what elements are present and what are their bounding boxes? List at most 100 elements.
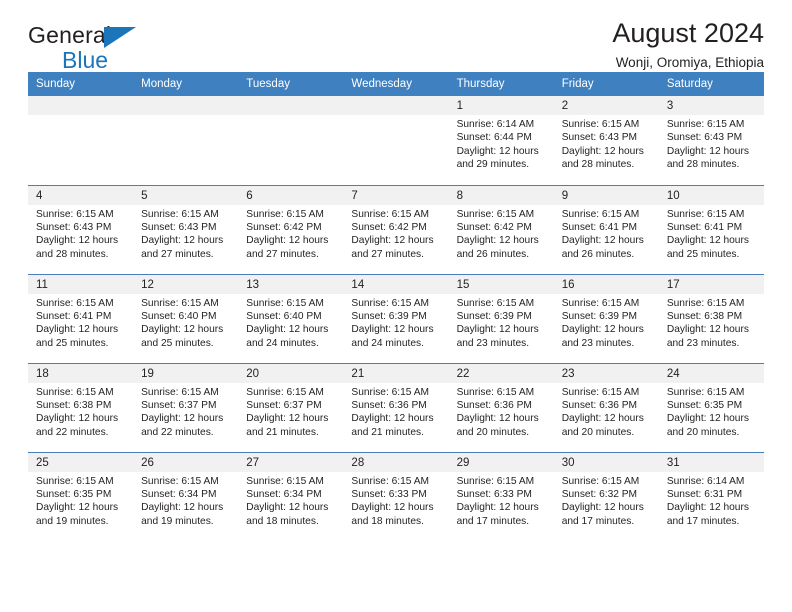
day-cell[interactable]: 19 Sunrise: 6:15 AM Sunset: 6:37 PM Dayl… — [133, 362, 239, 452]
sunrise-text: Sunrise: 6:15 AM — [141, 475, 219, 487]
day-cell[interactable]: 5 Sunrise: 6:15 AM Sunset: 6:43 PM Dayli… — [133, 184, 239, 274]
sunset-text: Sunset: 6:40 PM — [141, 310, 217, 322]
day-details: Sunrise: 6:15 AM Sunset: 6:40 PM Dayligh… — [238, 294, 343, 351]
page-title: August 2024 — [612, 18, 764, 48]
day-cell[interactable]: 3 Sunrise: 6:15 AM Sunset: 6:43 PM Dayli… — [658, 96, 764, 185]
daylight-line1: Daylight: 12 hours — [561, 324, 644, 336]
sunrise-text: Sunrise: 6:15 AM — [561, 475, 640, 487]
day-number: 21 — [343, 363, 449, 383]
sunrise-text: Sunrise: 6:15 AM — [456, 386, 535, 398]
day-number: 2 — [553, 96, 659, 115]
day-cell[interactable]: 14 Sunrise: 6:15 AM Sunset: 6:39 PM Dayl… — [343, 273, 449, 363]
day-cell[interactable]: 4 Sunrise: 6:15 AM Sunset: 6:43 PM Dayli… — [28, 184, 134, 274]
daylight-line1: Daylight: 12 hours — [246, 502, 329, 514]
sunrise-text: Sunrise: 6:15 AM — [141, 386, 219, 398]
daylight-line2: and 26 minutes. — [456, 248, 530, 260]
sunrise-text: Sunrise: 6:14 AM — [456, 119, 535, 130]
day-cell[interactable]: 24 Sunrise: 6:15 AM Sunset: 6:35 PM Dayl… — [658, 362, 764, 452]
sunrise-text: Sunrise: 6:15 AM — [141, 297, 219, 309]
day-details: Sunrise: 6:15 AM Sunset: 6:41 PM Dayligh… — [28, 294, 133, 351]
day-number: 26 — [133, 452, 239, 472]
day-number — [238, 96, 344, 115]
daylight-line2: and 24 minutes. — [351, 337, 424, 349]
day-cell[interactable]: 21 Sunrise: 6:15 AM Sunset: 6:36 PM Dayl… — [343, 362, 449, 452]
day-number: 28 — [343, 452, 449, 472]
day-cell[interactable]: 29 Sunrise: 6:15 AM Sunset: 6:33 PM Dayl… — [448, 451, 554, 541]
day-cell[interactable]: 31 Sunrise: 6:14 AM Sunset: 6:31 PM Dayl… — [658, 451, 764, 541]
daylight-line1: Daylight: 12 hours — [456, 413, 539, 425]
sunset-text: Sunset: 6:31 PM — [666, 488, 743, 500]
day-cell[interactable]: 11 Sunrise: 6:15 AM Sunset: 6:41 PM Dayl… — [28, 273, 134, 363]
day-cell[interactable]: 7 Sunrise: 6:15 AM Sunset: 6:42 PM Dayli… — [343, 184, 449, 274]
daylight-line2: and 23 minutes. — [456, 337, 530, 349]
sunset-text: Sunset: 6:41 PM — [561, 221, 638, 233]
sunset-text: Sunset: 6:39 PM — [456, 310, 532, 322]
day-number: 23 — [553, 363, 659, 383]
day-cell[interactable]: 27 Sunrise: 6:15 AM Sunset: 6:34 PM Dayl… — [238, 451, 344, 541]
day-cell[interactable]: 15 Sunrise: 6:15 AM Sunset: 6:39 PM Dayl… — [448, 273, 554, 363]
sunrise-text: Sunrise: 6:14 AM — [666, 475, 745, 487]
daylight-line2: and 21 minutes. — [351, 426, 424, 438]
day-details: Sunrise: 6:15 AM Sunset: 6:43 PM Dayligh… — [554, 115, 659, 172]
daylight-line1: Daylight: 12 hours — [351, 502, 434, 514]
day-cell[interactable]: 17 Sunrise: 6:15 AM Sunset: 6:38 PM Dayl… — [658, 273, 764, 363]
day-cell[interactable]: 30 Sunrise: 6:15 AM Sunset: 6:32 PM Dayl… — [553, 451, 659, 541]
day-number: 29 — [448, 452, 554, 472]
daylight-line2: and 24 minutes. — [246, 337, 319, 349]
day-cell[interactable]: 9 Sunrise: 6:15 AM Sunset: 6:41 PM Dayli… — [553, 184, 659, 274]
daylight-line2: and 18 minutes. — [351, 515, 424, 527]
daylight-line1: Daylight: 12 hours — [141, 235, 224, 247]
day-details: Sunrise: 6:15 AM Sunset: 6:34 PM Dayligh… — [133, 472, 238, 529]
day-cell[interactable]: 16 Sunrise: 6:15 AM Sunset: 6:39 PM Dayl… — [553, 273, 659, 363]
day-cell[interactable]: 25 Sunrise: 6:15 AM Sunset: 6:35 PM Dayl… — [28, 451, 134, 541]
sunset-text: Sunset: 6:34 PM — [246, 488, 322, 500]
weekday-header-friday: Friday — [553, 72, 659, 96]
daylight-line2: and 19 minutes. — [36, 515, 109, 527]
day-details: Sunrise: 6:15 AM Sunset: 6:38 PM Dayligh… — [28, 383, 133, 440]
day-cell[interactable]: 8 Sunrise: 6:15 AM Sunset: 6:42 PM Dayli… — [448, 184, 554, 274]
day-cell[interactable]: 28 Sunrise: 6:15 AM Sunset: 6:33 PM Dayl… — [343, 451, 449, 541]
sunset-text: Sunset: 6:33 PM — [456, 488, 532, 500]
day-cell[interactable] — [133, 96, 239, 185]
day-cell[interactable] — [343, 96, 449, 185]
day-cell[interactable]: 2 Sunrise: 6:15 AM Sunset: 6:43 PM Dayli… — [553, 96, 659, 185]
day-number: 12 — [133, 274, 239, 294]
day-details: Sunrise: 6:15 AM Sunset: 6:43 PM Dayligh… — [28, 205, 133, 262]
brand-logo[interactable]: General Blue — [28, 24, 218, 72]
daylight-line1: Daylight: 12 hours — [351, 235, 434, 247]
sunrise-text: Sunrise: 6:15 AM — [36, 297, 114, 309]
day-details — [28, 115, 133, 118]
day-cell[interactable] — [28, 96, 134, 185]
daylight-line2: and 22 minutes. — [36, 426, 109, 438]
day-details: Sunrise: 6:14 AM Sunset: 6:44 PM Dayligh… — [449, 115, 554, 172]
daylight-line2: and 28 minutes. — [36, 248, 109, 260]
day-cell[interactable]: 22 Sunrise: 6:15 AM Sunset: 6:36 PM Dayl… — [448, 362, 554, 452]
sunset-text: Sunset: 6:41 PM — [36, 310, 112, 322]
day-cell[interactable]: 13 Sunrise: 6:15 AM Sunset: 6:40 PM Dayl… — [238, 273, 344, 363]
day-details: Sunrise: 6:15 AM Sunset: 6:36 PM Dayligh… — [449, 383, 554, 440]
day-cell[interactable]: 26 Sunrise: 6:15 AM Sunset: 6:34 PM Dayl… — [133, 451, 239, 541]
sunrise-text: Sunrise: 6:15 AM — [36, 475, 114, 487]
calendar-body: 1 Sunrise: 6:14 AM Sunset: 6:44 PM Dayli… — [28, 96, 764, 541]
week-row: 18 Sunrise: 6:15 AM Sunset: 6:38 PM Dayl… — [28, 362, 764, 452]
sunset-text: Sunset: 6:32 PM — [561, 488, 638, 500]
day-cell[interactable] — [238, 96, 344, 185]
day-cell[interactable]: 18 Sunrise: 6:15 AM Sunset: 6:38 PM Dayl… — [28, 362, 134, 452]
daylight-line1: Daylight: 12 hours — [36, 324, 119, 336]
day-details: Sunrise: 6:15 AM Sunset: 6:42 PM Dayligh… — [449, 205, 554, 262]
day-number: 3 — [658, 96, 764, 115]
triangle-icon — [104, 27, 136, 48]
daylight-line1: Daylight: 12 hours — [246, 413, 329, 425]
daylight-line1: Daylight: 12 hours — [246, 324, 329, 336]
day-cell[interactable]: 10 Sunrise: 6:15 AM Sunset: 6:41 PM Dayl… — [658, 184, 764, 274]
daylight-line2: and 17 minutes. — [666, 515, 740, 527]
sunrise-text: Sunrise: 6:15 AM — [561, 297, 640, 309]
day-cell[interactable]: 23 Sunrise: 6:15 AM Sunset: 6:36 PM Dayl… — [553, 362, 659, 452]
daylight-line2: and 18 minutes. — [246, 515, 319, 527]
day-cell[interactable]: 1 Sunrise: 6:14 AM Sunset: 6:44 PM Dayli… — [448, 96, 554, 185]
day-cell[interactable]: 6 Sunrise: 6:15 AM Sunset: 6:42 PM Dayli… — [238, 184, 344, 274]
day-cell[interactable]: 20 Sunrise: 6:15 AM Sunset: 6:37 PM Dayl… — [238, 362, 344, 452]
day-number: 31 — [658, 452, 764, 472]
day-cell[interactable]: 12 Sunrise: 6:15 AM Sunset: 6:40 PM Dayl… — [133, 273, 239, 363]
sunset-text: Sunset: 6:33 PM — [351, 488, 427, 500]
